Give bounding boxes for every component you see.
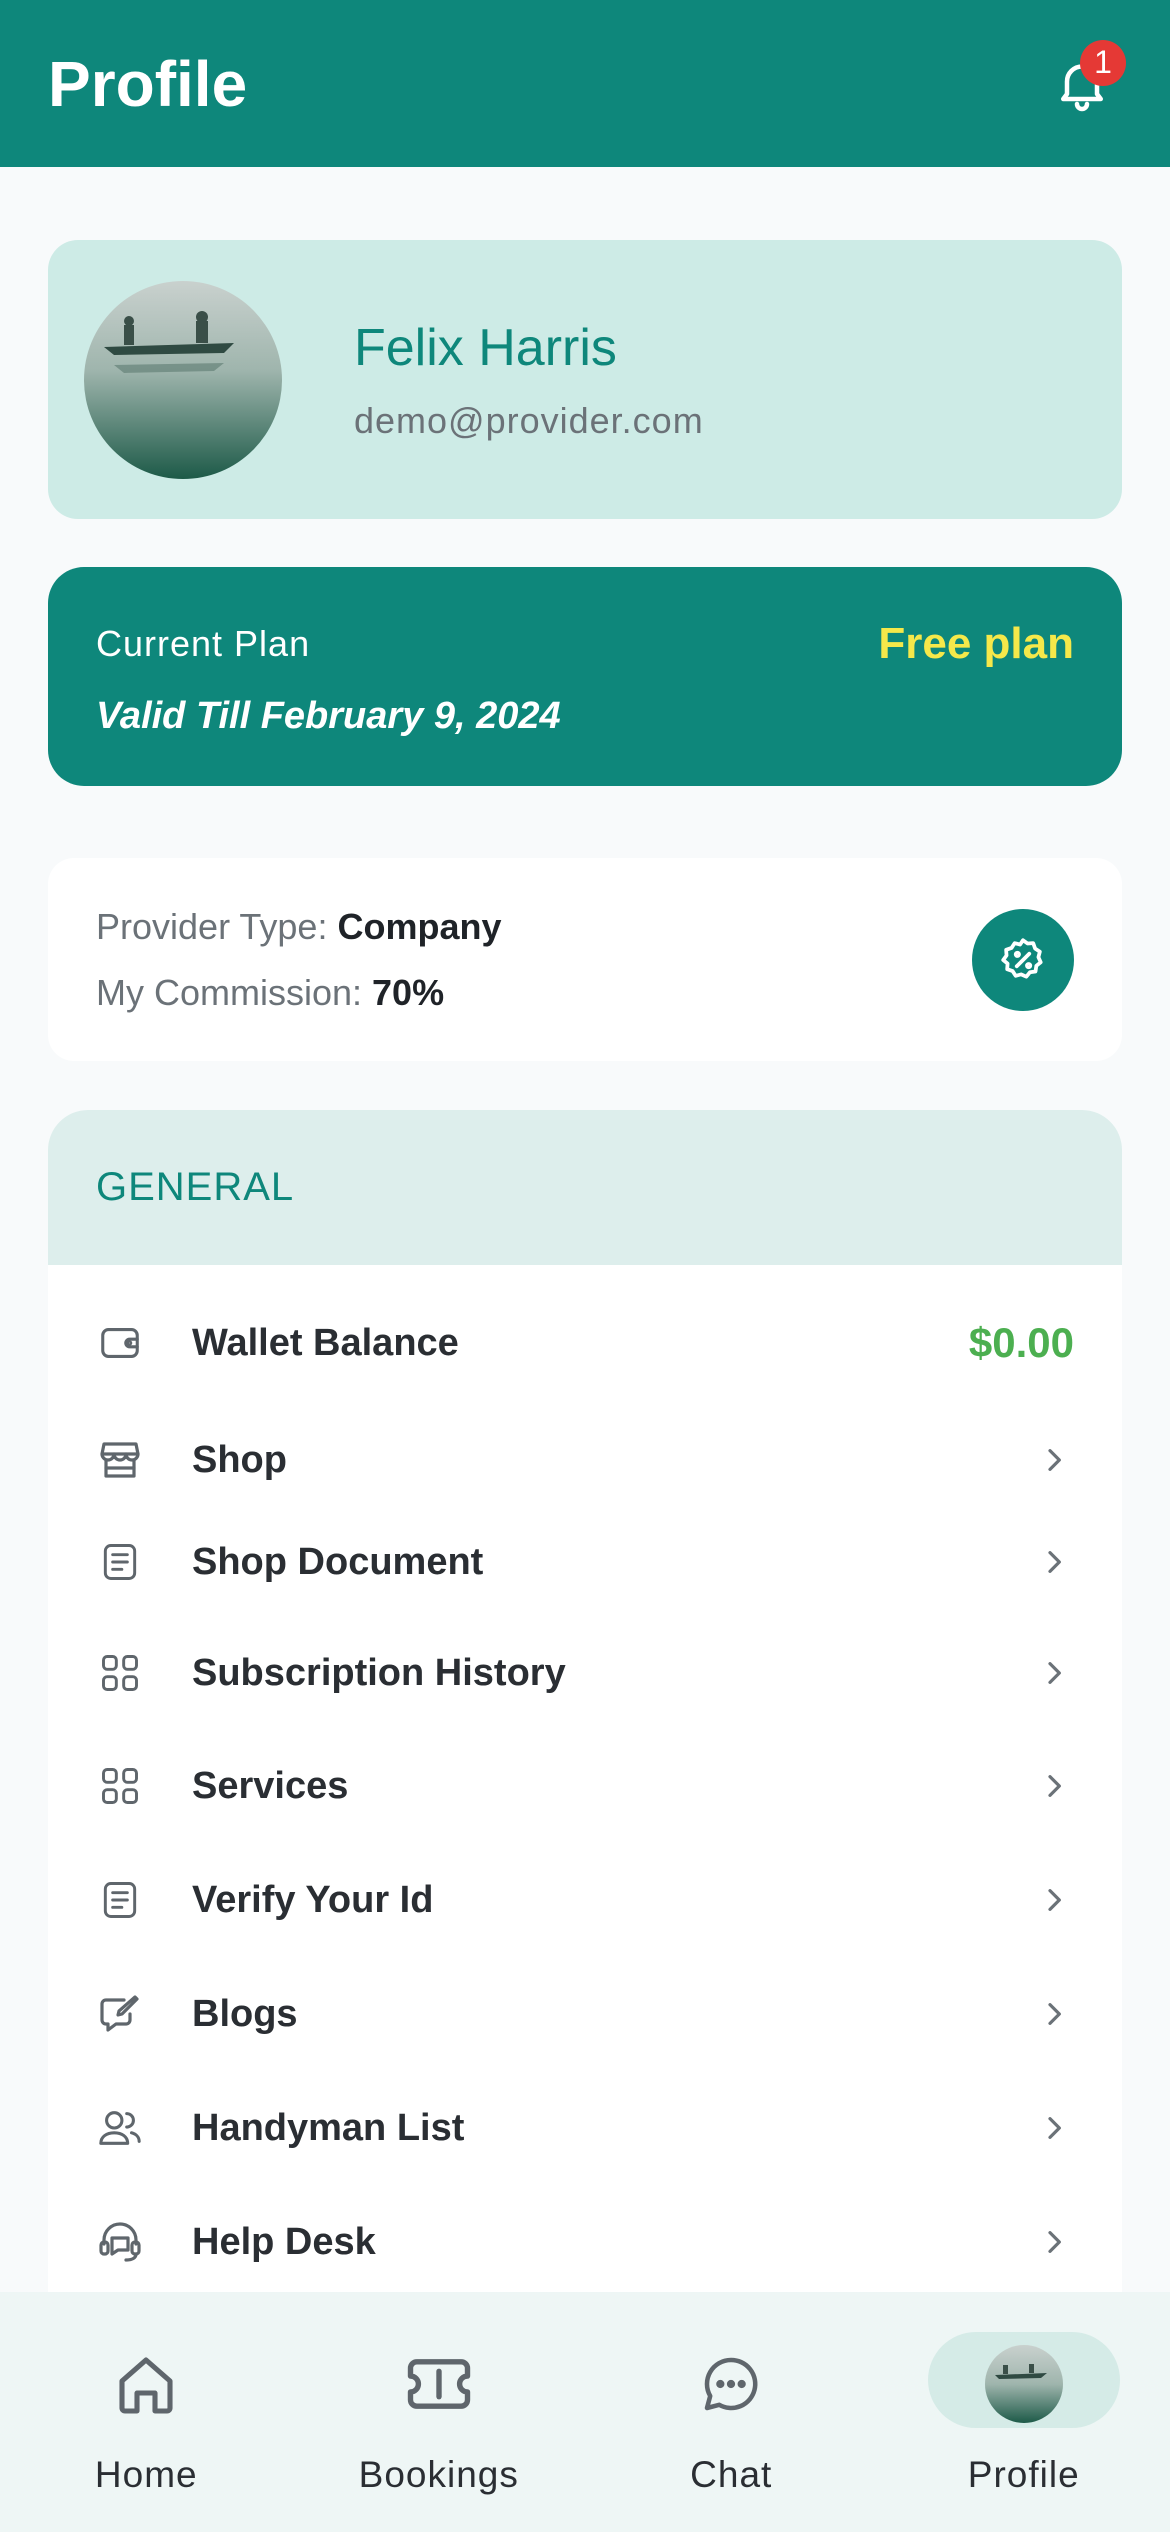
menu-label: Verify Your Id	[192, 1878, 434, 1921]
app-header: Profile 1	[0, 0, 1170, 167]
general-title: GENERAL	[96, 1165, 295, 1209]
commission: My Commission: 70%	[96, 972, 501, 1014]
provider-type-label: Provider Type:	[96, 905, 338, 947]
chevron-right-icon	[1034, 1653, 1074, 1693]
menu-label: Handyman List	[192, 2106, 465, 2149]
wallet-balance-value: $0.00	[968, 1319, 1074, 1366]
nav-profile[interactable]: Profile	[878, 2292, 1170, 2532]
menu-label: Help Desk	[192, 2220, 376, 2263]
home-icon	[106, 2344, 186, 2424]
avatar	[984, 2345, 1063, 2423]
profile-name: Felix Harris	[354, 318, 617, 377]
menu-item-services[interactable]: Services	[48, 1736, 1122, 1836]
provider-type: Provider Type: Company	[96, 906, 501, 948]
chevron-right-icon	[1034, 1766, 1074, 1806]
profile-screen: Profile 1 Felix Harris demo@provider.com…	[0, 0, 1170, 2532]
menu-item-verify-your-id[interactable]: Verify Your Id	[48, 1850, 1122, 1950]
nav-bookings[interactable]: Bookings	[293, 2292, 586, 2532]
bottom-navigation: Home Bookings Chat Profile	[0, 2292, 1170, 2532]
notification-button[interactable]: 1	[1042, 39, 1126, 124]
wallet-icon	[96, 1319, 144, 1367]
general-header: GENERAL	[48, 1110, 1122, 1265]
ticket-icon	[399, 2344, 479, 2424]
profile-card[interactable]: Felix Harris demo@provider.com	[48, 240, 1122, 519]
nav-label: Bookings	[358, 2454, 519, 2495]
menu-label: Blogs	[192, 1992, 298, 2035]
menu-item-blogs[interactable]: Blogs	[48, 1964, 1122, 2064]
chevron-right-icon	[1034, 1542, 1074, 1582]
current-plan-card[interactable]: Current Plan Free plan Valid Till Februa…	[48, 567, 1122, 786]
notification-badge: 1	[1080, 39, 1126, 86]
menu-label: Wallet Balance	[192, 1321, 459, 1364]
page-title: Profile	[48, 47, 248, 120]
menu-label: Shop Document	[192, 1540, 484, 1583]
menu-item-wallet-balance[interactable]: Wallet Balance $0.00	[48, 1293, 1122, 1393]
users-icon	[96, 2104, 144, 2152]
grid-icon	[96, 1762, 144, 1810]
chevron-right-icon	[1034, 1440, 1074, 1480]
menu-item-handyman-list[interactable]: Handyman List	[48, 2078, 1122, 2178]
commission-button[interactable]	[972, 908, 1074, 1011]
store-icon	[96, 1436, 144, 1484]
grid-icon	[96, 1649, 144, 1697]
nav-label: Home	[94, 2454, 198, 2495]
menu-item-subscription-history[interactable]: Subscription History	[48, 1623, 1122, 1723]
plan-row: Current Plan Free plan	[96, 619, 1074, 669]
menu-item-help-desk[interactable]: Help Desk	[48, 2192, 1122, 2292]
edit-message-icon	[96, 1990, 144, 2038]
chevron-right-icon	[1034, 2108, 1074, 2148]
profile-email: demo@provider.com	[354, 399, 704, 441]
chevron-right-icon	[1034, 1994, 1074, 2034]
provider-type-value: Company	[337, 905, 502, 947]
avatar[interactable]	[84, 280, 282, 479]
plan-label: Current Plan	[96, 623, 311, 664]
menu-item-shop[interactable]: Shop	[48, 1410, 1122, 1510]
profile-info: Felix Harris demo@provider.com	[354, 318, 704, 442]
nav-home[interactable]: Home	[0, 2292, 293, 2532]
menu-label: Services	[192, 1764, 349, 1807]
profile-avatar-icon	[984, 2344, 1064, 2424]
nav-label: Profile	[967, 2454, 1080, 2495]
menu-label: Subscription History	[192, 1651, 566, 1694]
chevron-right-icon	[1034, 1880, 1074, 1920]
plan-valid-date: Valid Till February 9, 2024	[96, 695, 561, 737]
commission-label: My Commission:	[96, 971, 373, 1013]
discount-badge-icon	[1001, 937, 1043, 979]
nav-label: Chat	[690, 2454, 773, 2495]
menu-item-shop-document[interactable]: Shop Document	[48, 1512, 1122, 1612]
chat-bubble-icon	[691, 2344, 771, 2424]
headset-icon	[96, 2218, 144, 2266]
menu-label: Shop	[192, 1438, 287, 1481]
plan-name: Free plan	[878, 619, 1074, 668]
commission-value: 70%	[372, 971, 445, 1013]
document-icon	[96, 1876, 144, 1924]
document-icon	[96, 1538, 144, 1586]
provider-details: Provider Type: Company My Commission: 70…	[96, 906, 501, 1014]
nav-chat[interactable]: Chat	[585, 2292, 878, 2532]
provider-info-card: Provider Type: Company My Commission: 70…	[48, 858, 1122, 1061]
chevron-right-icon	[1034, 2222, 1074, 2262]
